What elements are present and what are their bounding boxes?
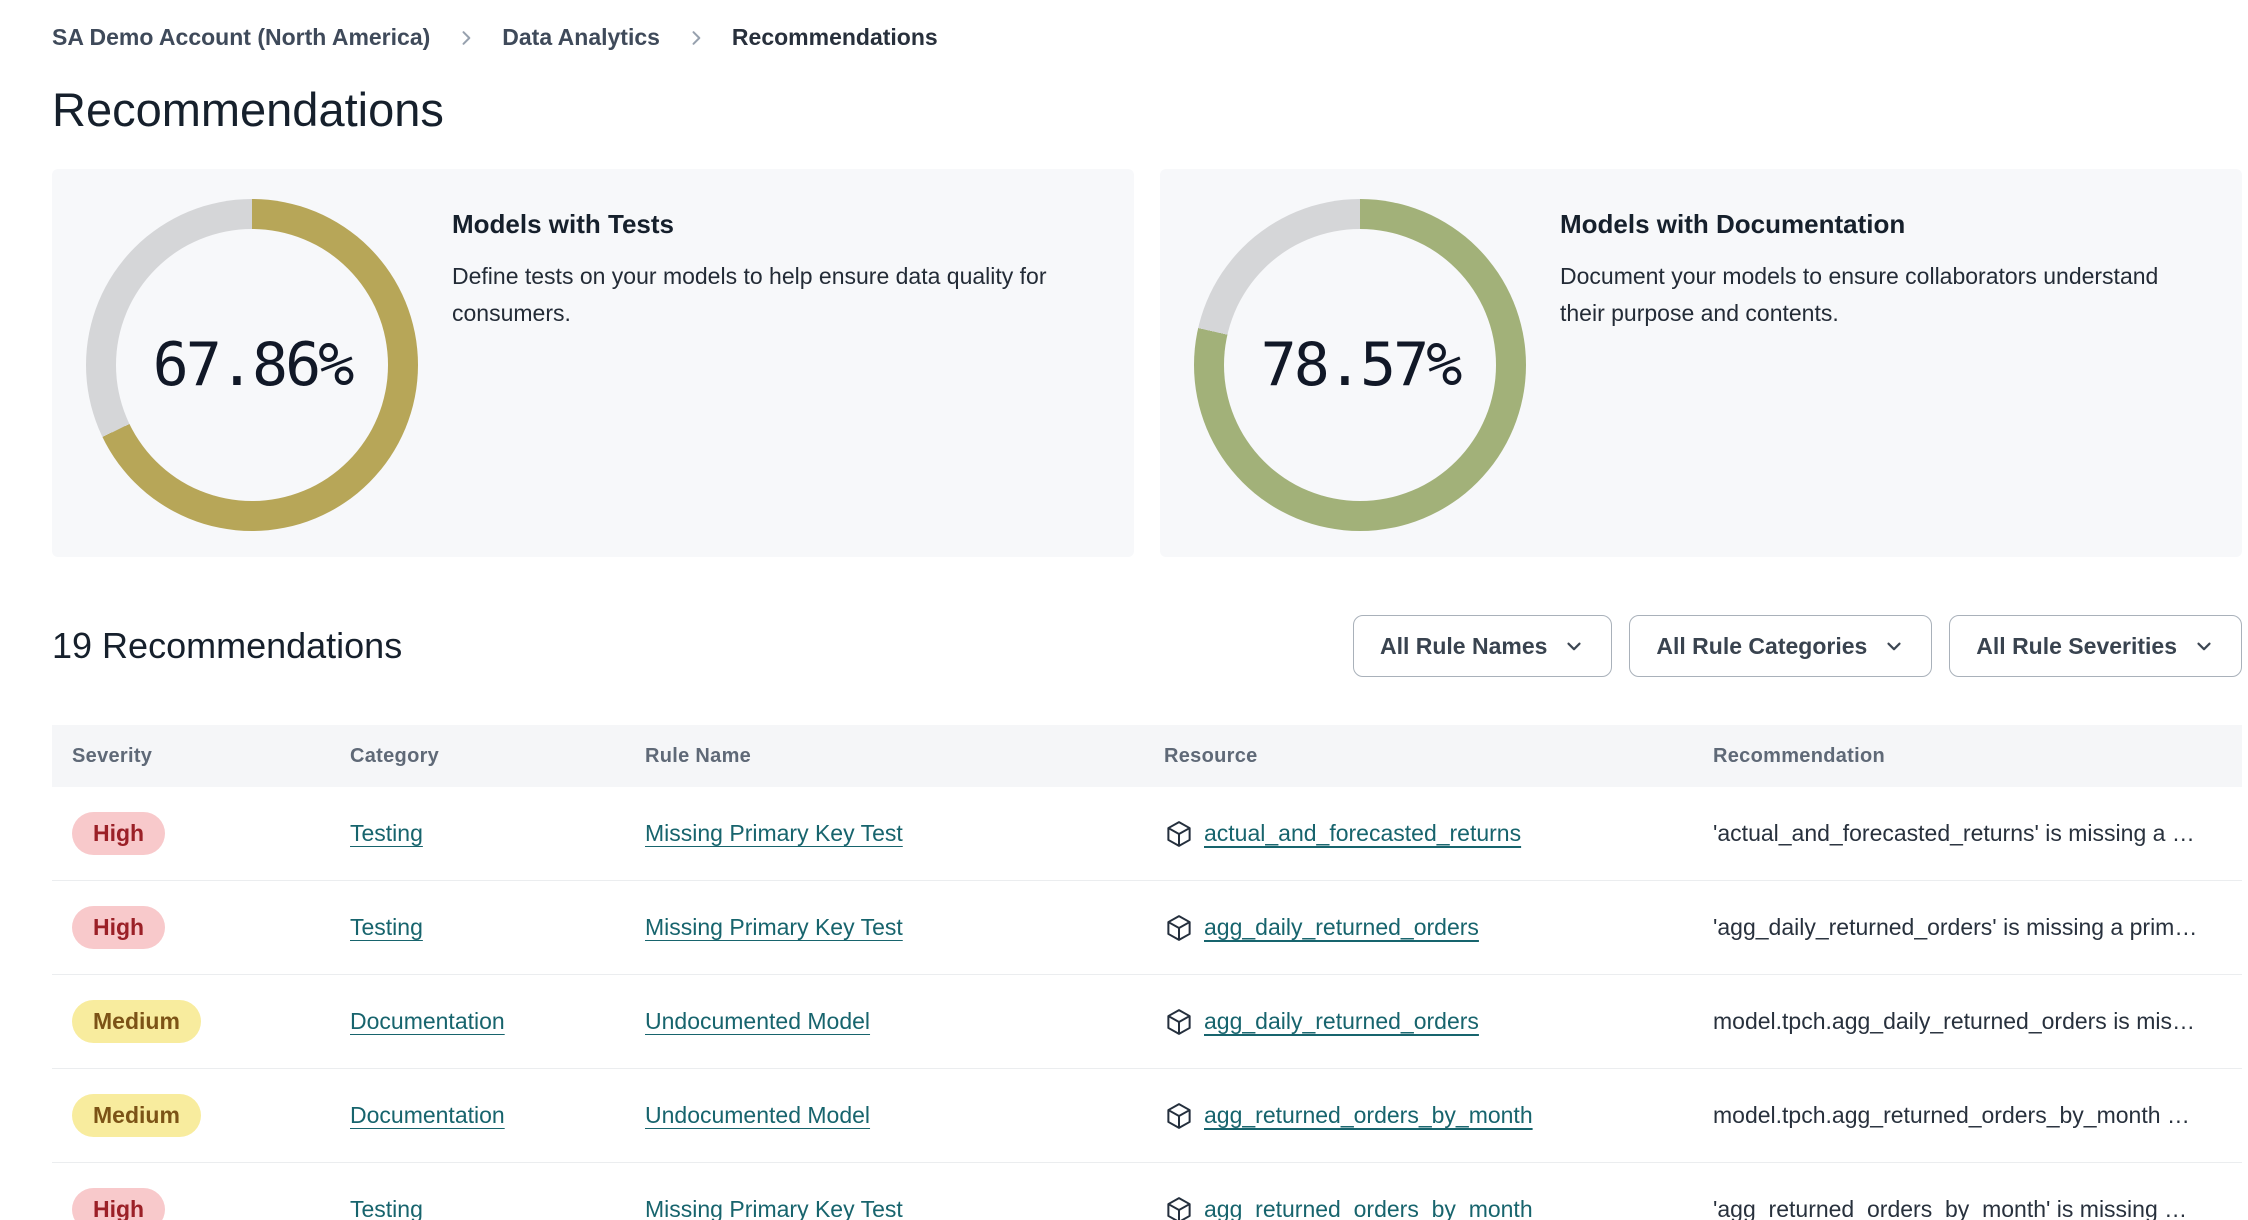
percentage-donut-chart: 78.57%: [1194, 199, 1526, 532]
summary-cards: 67.86% Models with Tests Define tests on…: [52, 169, 2242, 558]
chevron-right-icon: [686, 28, 706, 48]
category-link[interactable]: Documentation: [350, 1008, 505, 1034]
resource-link[interactable]: agg_daily_returned_orders: [1204, 914, 1479, 941]
card-description: Document your models to ensure collabora…: [1560, 263, 2159, 326]
donut-percent-label: 67.86%: [152, 330, 355, 401]
column-header: Recommendation: [1713, 744, 1886, 767]
table-row: High Testing Missing Primary Key Test ac…: [52, 787, 2242, 882]
recommendation-text: model.tpch.agg_daily_returned_orders is …: [1713, 1008, 2195, 1035]
filter-dropdown[interactable]: All Rule Severities: [1949, 615, 2242, 678]
rule-name-link[interactable]: Missing Primary Key Test: [645, 820, 903, 846]
chevron-down-icon: [1887, 642, 1901, 651]
table-row: High Testing Missing Primary Key Test ag…: [52, 1163, 2242, 1220]
rule-name-link[interactable]: Undocumented Model: [645, 1008, 870, 1034]
rule-name-link[interactable]: Missing Primary Key Test: [645, 1196, 903, 1220]
table-body: High Testing Missing Primary Key Test ac…: [52, 787, 2242, 1220]
card-title: Models with Documentation: [1560, 209, 1906, 240]
recommendation-text: 'agg_returned_orders_by_month' is missin…: [1713, 1196, 2188, 1220]
column-header: Rule Name: [645, 744, 752, 767]
recommendation-text: 'agg_daily_returned_orders' is missing a…: [1713, 914, 2198, 941]
filter-dropdown[interactable]: All Rule Categories: [1629, 615, 1933, 678]
breadcrumb-project[interactable]: Data Analytics: [502, 24, 660, 51]
chevron-down-icon: [1567, 642, 1582, 651]
model-cube-icon: [1167, 1008, 1191, 1035]
severity-badge: Medium: [72, 1000, 201, 1044]
rule-name-link[interactable]: Undocumented Model: [645, 1102, 870, 1128]
recommendations-count: 19 Recommendations: [52, 625, 403, 667]
percentage-donut-chart: 67.86%: [86, 199, 418, 532]
resource-link[interactable]: agg_daily_returned_orders: [1204, 1008, 1479, 1035]
chevron-right-icon: [456, 28, 476, 48]
breadcrumb: SA Demo Account (North America) Data Ana…: [52, 0, 2242, 51]
resource-link[interactable]: agg_returned_orders_by_month: [1204, 1196, 1533, 1220]
recommendation-text: 'actual_and_forecasted_returns' is missi…: [1713, 820, 2195, 847]
filter-label: All Rule Severities: [1976, 632, 2177, 659]
breadcrumb-account[interactable]: SA Demo Account (North America): [52, 24, 430, 51]
table-header: Severity Category Rule Name Resource Recomme…: [52, 725, 2242, 788]
category-link[interactable]: Testing: [350, 820, 423, 846]
table-row: Medium Documentation Undocumented Model …: [52, 975, 2242, 1070]
severity-badge: High: [72, 906, 166, 950]
recommendations-table: Severity Category Rule Name Resource Recomme…: [52, 725, 2242, 1220]
donut-percent-label: 78.57%: [1260, 330, 1463, 401]
filter-label: All Rule Categories: [1656, 632, 1868, 659]
severity-badge: Medium: [72, 1094, 201, 1138]
list-header-row: 19 Recommendations All Rule Names All Ru…: [52, 615, 2242, 678]
category-link[interactable]: Testing: [350, 914, 423, 940]
filter-dropdown[interactable]: All Rule Names: [1352, 615, 1613, 678]
model-cube-icon: [1167, 914, 1191, 941]
recommendations-page: SA Demo Account (North America) Data Ana…: [0, 0, 2248, 1220]
filter-label: All Rule Names: [1379, 632, 1548, 659]
summary-card: 78.57% Models with Documentation Documen…: [1160, 169, 2242, 558]
summary-card: 67.86% Models with Tests Define tests on…: [52, 169, 1134, 558]
category-link[interactable]: Documentation: [350, 1102, 505, 1128]
card-description: Define tests on your models to help ensu…: [452, 263, 1047, 326]
severity-badge: High: [72, 1188, 166, 1220]
model-cube-icon: [1167, 820, 1191, 847]
model-cube-icon: [1167, 1196, 1191, 1220]
card-title: Models with Tests: [452, 209, 674, 240]
category-link[interactable]: Testing: [350, 1196, 423, 1220]
model-cube-icon: [1167, 1102, 1191, 1129]
rule-name-link[interactable]: Missing Primary Key Test: [645, 914, 903, 940]
column-header: Resource: [1164, 744, 1258, 767]
severity-badge: High: [72, 812, 166, 856]
chevron-down-icon: [2197, 642, 2211, 651]
column-header: Severity: [72, 744, 153, 767]
filter-group: All Rule Names All Rule Categories All R…: [1352, 615, 2242, 678]
column-header: Category: [350, 744, 440, 767]
breadcrumb-current: Recommendations: [731, 24, 938, 50]
table-row: High Testing Missing Primary Key Test ag…: [52, 881, 2242, 976]
page-title: Recommendations: [52, 83, 444, 136]
table-row: Medium Documentation Undocumented Model …: [52, 1069, 2242, 1164]
recommendation-text: model.tpch.agg_returned_orders_by_month …: [1713, 1102, 2190, 1129]
resource-link[interactable]: actual_and_forecasted_returns: [1204, 820, 1521, 847]
resource-link[interactable]: agg_returned_orders_by_month: [1204, 1102, 1533, 1129]
